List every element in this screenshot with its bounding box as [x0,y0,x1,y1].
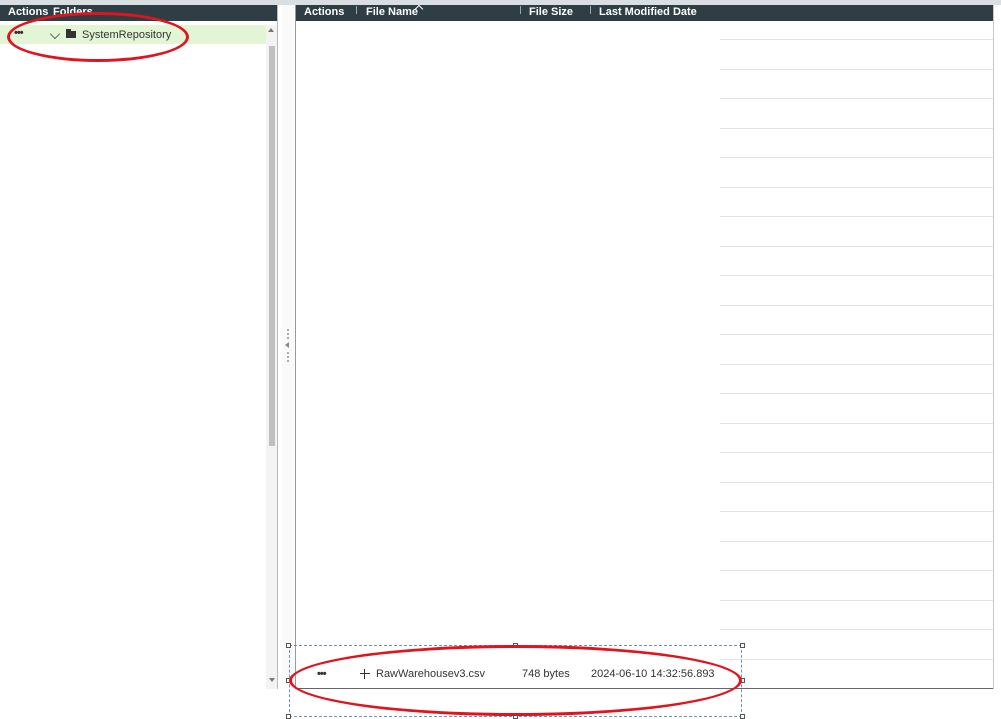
grid-line [720,98,993,99]
folders-panel-border [277,5,278,689]
splitter-grip [287,337,289,339]
grid-line [720,452,993,453]
grid-line [720,423,993,424]
column-header-actions[interactable]: Actions [304,6,344,18]
grid-line [720,128,993,129]
scroll-up-icon[interactable] [268,28,274,32]
grid-line [720,334,993,335]
splitter-grip [287,329,289,331]
grid-line [720,216,993,217]
resize-handle[interactable] [286,643,291,648]
grid-line [720,570,993,571]
grid-line [720,659,993,660]
grid-line [720,275,993,276]
grid-line [720,393,993,394]
grid-line [720,541,993,542]
column-separator [590,6,591,14]
grid-line [720,69,993,70]
splitter-grip [287,360,289,362]
folders-scrollbar-thumb[interactable] [269,46,275,446]
resize-handle[interactable] [740,714,745,719]
resize-handle[interactable] [740,643,745,648]
column-header-last-modified[interactable]: Last Modified Date [599,6,697,18]
grid-line [720,629,993,630]
annotation-ellipse-file [289,645,742,716]
grid-line [720,246,993,247]
files-panel-right-border [993,5,994,689]
column-separator [356,6,357,14]
splitter-arrow-icon[interactable] [285,342,289,348]
annotation-ellipse-folder [7,12,189,62]
scroll-down-icon[interactable] [269,678,275,682]
column-separator [520,6,521,14]
grid-line [720,511,993,512]
splitter-grip [287,356,289,358]
splitter-grip [287,333,289,335]
grid-line [720,600,993,601]
files-grid-header: Actions File Name File Size Last Modifie… [296,4,994,21]
column-header-file-size[interactable]: File Size [529,6,573,18]
grid-line [720,364,993,365]
column-header-file-name[interactable]: File Name [366,6,418,18]
splitter-grip [287,352,289,354]
files-panel-border [295,5,296,689]
grid-line [720,187,993,188]
grid-line [720,482,993,483]
resize-handle[interactable] [286,714,291,719]
grid-line [720,39,993,40]
grid-line [720,157,993,158]
grid-line [720,305,993,306]
